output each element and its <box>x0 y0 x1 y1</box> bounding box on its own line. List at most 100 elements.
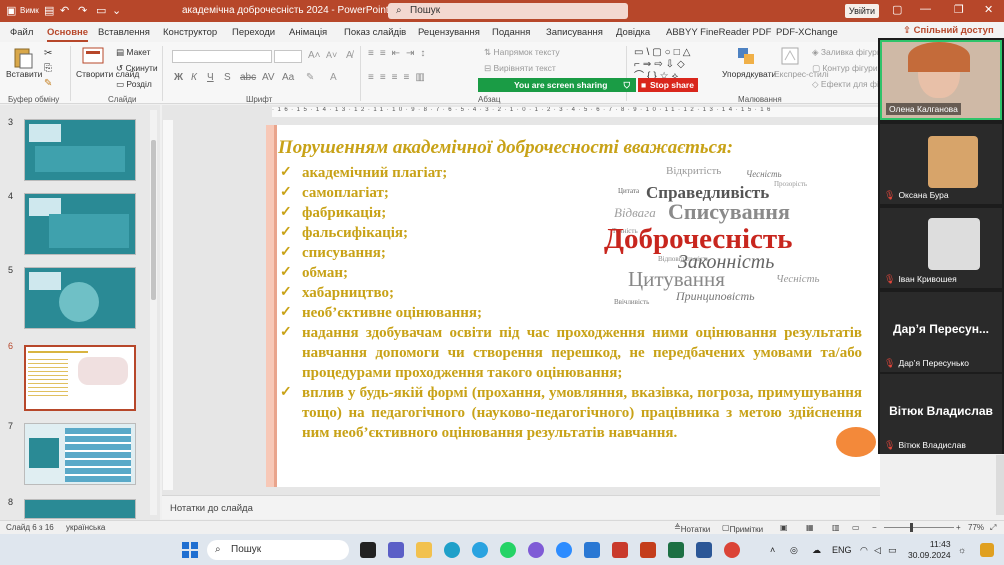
pdf-xchange-icon[interactable] <box>612 542 628 558</box>
participant-tile[interactable]: 🎙 Іван Кривошея <box>880 208 1002 288</box>
participant-tile[interactable]: Вітюк Владислав 🎙 Вітюк Владислав <box>880 374 1002 454</box>
zoom-slider[interactable] <box>884 527 954 528</box>
tray-app-icon[interactable]: ◎ <box>790 545 798 556</box>
quick-styles-button[interactable]: Експрес-стилі <box>774 69 829 80</box>
tab-abbyy[interactable]: ABBYY FineReader PDF <box>666 27 771 38</box>
slide-thumbnail-7[interactable] <box>24 423 136 485</box>
minimize-icon[interactable]: — <box>920 3 931 15</box>
telegram-icon[interactable] <box>472 542 488 558</box>
underline-icon[interactable]: Ч <box>207 72 214 83</box>
tab-home[interactable]: Основне <box>47 27 89 42</box>
format-painter-icon[interactable]: ✎ <box>44 78 52 89</box>
notes-toggle[interactable]: ≜ Нотатки <box>674 523 710 534</box>
viber-icon[interactable] <box>528 542 544 558</box>
list-icons[interactable]: ≡≡⇤⇥↕ <box>368 48 431 59</box>
zoom-icon[interactable] <box>556 542 572 558</box>
arrange-button[interactable]: Упорядкувати <box>722 69 776 79</box>
section-button[interactable]: ▭ Розділ <box>116 79 152 90</box>
grow-font-icon[interactable]: A˄ <box>308 50 321 61</box>
slide-thumbnail-8[interactable] <box>24 499 136 519</box>
shadow-icon[interactable]: S <box>224 72 231 83</box>
save-icon[interactable]: ▤ <box>44 4 54 17</box>
tab-design[interactable]: Конструктор <box>163 27 217 38</box>
shape-outline-button[interactable]: ▢ Контур фігури <box>812 63 878 74</box>
clear-format-icon[interactable]: A̸ <box>346 50 353 61</box>
tab-view[interactable]: Подання <box>492 27 530 38</box>
notification-icon[interactable]: ☼ <box>958 545 966 555</box>
fit-slide-icon[interactable]: ⤢ <box>990 523 996 533</box>
participant-tile[interactable]: Дар’я Пересун... 🎙 Дар’я Пересунько <box>880 292 1002 372</box>
bold-icon[interactable]: Ж <box>174 72 183 83</box>
word-icon[interactable] <box>696 542 712 558</box>
undo-icon[interactable]: ↶ <box>60 4 69 17</box>
shape-fill-button[interactable]: ◈ Заливка фігури <box>812 47 882 58</box>
tab-transitions[interactable]: Переходи <box>232 27 275 38</box>
whatsapp-icon[interactable] <box>500 542 516 558</box>
edge-icon[interactable] <box>444 542 460 558</box>
reset-button[interactable]: ↺ Скинути <box>116 63 158 74</box>
customize-icon[interactable]: ⌄ <box>112 4 121 17</box>
layout-button[interactable]: ▤ Макет <box>116 47 150 58</box>
font-color-icon[interactable]: A <box>330 72 337 83</box>
tab-review[interactable]: Рецензування <box>418 27 480 38</box>
search-input[interactable]: ⌕ Пошук <box>388 3 628 19</box>
share-button[interactable]: ⇪ Спільний доступ <box>903 25 994 36</box>
zoom-out-icon[interactable]: − <box>872 523 877 532</box>
change-case-icon[interactable]: Aa <box>282 72 294 83</box>
slideshow-view-icon[interactable]: ▭ <box>852 523 860 532</box>
tab-help[interactable]: Довідка <box>616 27 650 38</box>
slide-bullet-list[interactable]: ✓ академічний плагіат; ✓ самоплагіат; ✓ фаб… <box>278 163 862 443</box>
tray-chevron-icon[interactable]: ˄ <box>770 545 775 555</box>
wifi-icon[interactable]: ◠ <box>860 545 868 556</box>
font-family-select[interactable] <box>172 50 272 63</box>
tab-insert[interactable]: Вставлення <box>98 27 150 38</box>
font-size-select[interactable] <box>274 50 302 63</box>
autosave-toggle[interactable]: Вимк <box>20 6 39 15</box>
copy-icon[interactable]: ⎘ <box>44 63 52 74</box>
excel-icon[interactable] <box>668 542 684 558</box>
reading-view-icon[interactable]: ▥ <box>832 523 840 532</box>
slide-thumbnail-4[interactable] <box>24 193 136 255</box>
redo-icon[interactable]: ↷ <box>78 4 87 17</box>
cut-icon[interactable]: ✂ <box>44 48 52 59</box>
participant-tile[interactable]: 🎙 Оксана Бура <box>880 124 1002 204</box>
thumbnails-scrollbar[interactable] <box>150 110 157 515</box>
tab-slideshow[interactable]: Показ слайдів <box>344 27 406 38</box>
text-direction-button[interactable]: ⇅ Напрямок тексту <box>484 47 560 58</box>
slideshow-icon[interactable]: ▭ <box>96 4 106 17</box>
battery-icon[interactable]: ▭ <box>888 545 897 556</box>
scrollbar-thumb[interactable] <box>151 140 156 300</box>
new-slide-button[interactable]: Створити слайд <box>76 69 139 80</box>
copilot-icon[interactable] <box>980 543 994 557</box>
highlight-icon[interactable]: ✎ <box>306 72 314 83</box>
windows-start-icon[interactable] <box>182 542 198 558</box>
close-icon[interactable]: ✕ <box>984 3 993 16</box>
stop-share-button[interactable]: ■ Stop share <box>638 78 698 92</box>
notes-pane[interactable]: Нотатки до слайда <box>162 495 880 519</box>
normal-view-icon[interactable]: ▣ <box>780 523 788 532</box>
volume-icon[interactable]: ◁ <box>874 545 881 556</box>
new-slide-icon[interactable] <box>82 46 104 66</box>
align-text-button[interactable]: ⊟ Вирівняти текст <box>484 63 556 74</box>
strikethrough-icon[interactable]: abc <box>240 72 256 83</box>
zoom-slider-handle[interactable] <box>910 523 913 532</box>
zoom-level[interactable]: 77% <box>968 523 984 532</box>
teams-icon[interactable] <box>388 542 404 558</box>
slide-title[interactable]: Порушенням академічної доброчесності вва… <box>278 137 733 159</box>
input-language[interactable]: ENG <box>832 545 852 555</box>
italic-icon[interactable]: К <box>191 72 197 83</box>
paste-button[interactable]: Вставити <box>6 69 42 79</box>
comments-toggle[interactable]: ▢ Примітки <box>722 523 763 534</box>
spacing-icon[interactable]: AV <box>262 72 275 83</box>
sign-in-button[interactable]: Увійти <box>845 4 879 18</box>
powerpoint-taskbar-icon[interactable] <box>640 542 656 558</box>
arrange-icon[interactable] <box>736 46 758 66</box>
paste-icon[interactable] <box>12 46 34 70</box>
quick-styles-icon[interactable] <box>780 46 800 66</box>
language-indicator[interactable]: українська <box>66 523 105 532</box>
tab-recording[interactable]: Записування <box>546 27 603 38</box>
tray-cloud-icon[interactable]: ☁ <box>812 545 821 556</box>
chrome-icon[interactable] <box>724 542 740 558</box>
slide-thumbnail-6-selected[interactable] <box>24 345 136 411</box>
ribbon-display-icon[interactable]: ▢ <box>892 3 902 16</box>
